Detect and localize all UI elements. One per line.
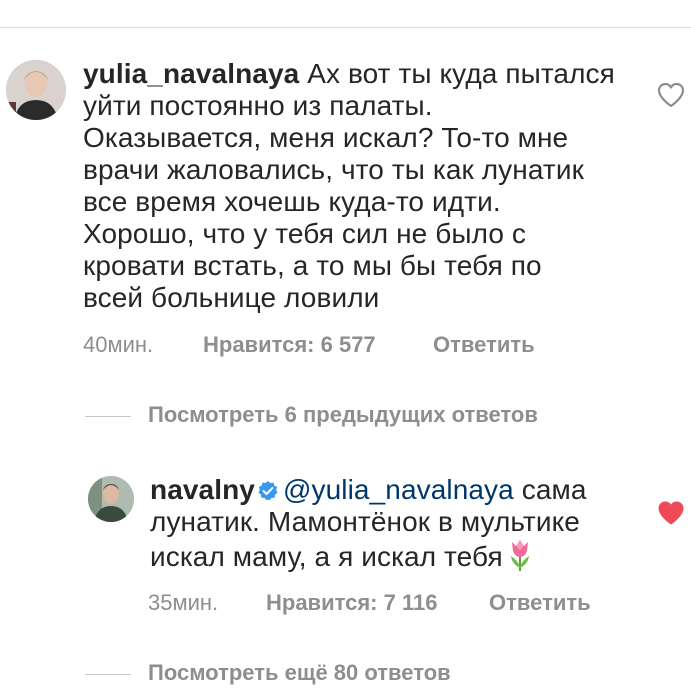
comment-line: Ах вот ты куда пытался xyxy=(307,58,615,89)
likes-count[interactable]: Нравится: 7 116 xyxy=(266,590,437,616)
comment-line: лунатик. Мамонтёнок в мультике xyxy=(150,506,580,537)
comment-line: уйти постоянно из палаты. xyxy=(83,90,433,121)
comment-time: 35мин. xyxy=(148,590,219,615)
view-replies-label[interactable]: Посмотреть 6 предыдущих ответов xyxy=(148,402,538,428)
avatar[interactable] xyxy=(88,476,134,522)
avatar-photo-icon xyxy=(6,60,66,120)
comment-line: всей больнице ловили xyxy=(83,282,380,313)
liked-heart-icon[interactable] xyxy=(657,500,685,526)
verified-badge-icon xyxy=(258,481,278,501)
comment-line: сама xyxy=(521,474,587,505)
reply-button[interactable]: Ответить xyxy=(433,332,535,358)
like-heart-icon[interactable] xyxy=(657,82,685,108)
comment-username[interactable]: yulia_navalnaya xyxy=(83,58,299,89)
likes-count[interactable]: Нравится: 6 577 xyxy=(203,332,376,358)
mention-link[interactable]: @yulia_navalnaya xyxy=(283,474,514,505)
comment-line: Хорошо, что у тебя сил не было с xyxy=(83,218,526,249)
replies-divider xyxy=(85,416,131,417)
avatar-photo-icon xyxy=(88,476,134,522)
comment-username[interactable]: navalny xyxy=(150,474,255,505)
comment-line: кровати встать, а то мы бы тебя по xyxy=(83,250,542,281)
replies-divider xyxy=(85,674,131,675)
comment-line: врачи жаловались, что ты как лунатик xyxy=(83,154,584,185)
comment-text: navalny @yulia_navalnaya сама лунатик. М… xyxy=(150,474,620,573)
tulip-icon xyxy=(510,540,529,571)
avatar[interactable] xyxy=(6,60,66,120)
comment-text: yulia_navalnaya Ах вот ты куда пытался у… xyxy=(83,58,633,314)
comment-line: искал маму, а я искал тебя xyxy=(150,541,503,572)
view-replies-label[interactable]: Посмотреть ещё 80 ответов xyxy=(148,660,451,686)
comment-line: все время хочешь куда-то идти. xyxy=(83,186,501,217)
reply-button[interactable]: Ответить xyxy=(489,590,591,616)
comment-time: 40мин. xyxy=(83,332,154,357)
comment-line: Оказывается, меня искал? То-то мне xyxy=(83,122,569,153)
top-divider xyxy=(0,27,691,28)
